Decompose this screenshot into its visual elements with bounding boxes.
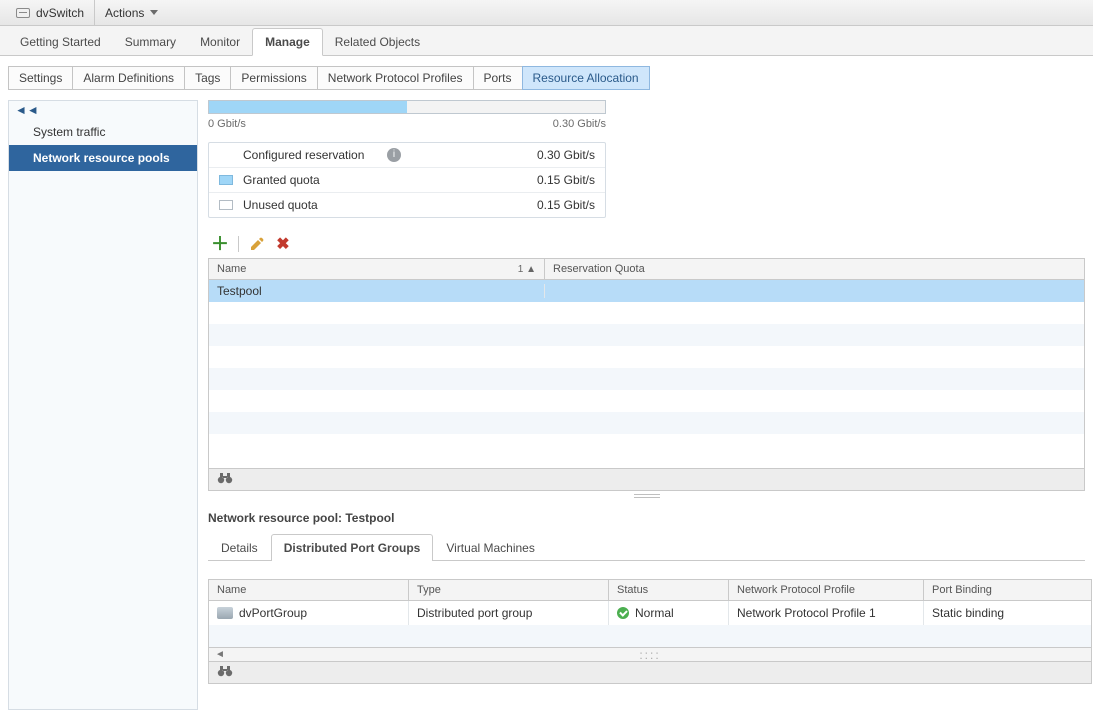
- stat-granted-quota: Granted quota 0.15 Gbit/s: [209, 168, 605, 193]
- table-row-empty: [209, 324, 1084, 346]
- column-header-label: Name: [217, 263, 246, 275]
- column-header-label: Reservation Quota: [553, 263, 645, 275]
- stat-unused-quota: Unused quota 0.15 Gbit/s: [209, 193, 605, 217]
- cell-port-binding: Static binding: [924, 601, 1091, 625]
- stat-value: 0.15 Gbit/s: [537, 173, 595, 187]
- content-area: 0 Gbit/s 0.30 Gbit/s Configured reservat…: [208, 100, 1085, 710]
- tab-manage[interactable]: Manage: [252, 28, 323, 56]
- tab-related-objects[interactable]: Related Objects: [323, 29, 432, 55]
- subtab-resource-allocation[interactable]: Resource Allocation: [522, 66, 650, 90]
- tab-summary[interactable]: Summary: [113, 29, 188, 55]
- binoculars-icon[interactable]: [217, 664, 233, 681]
- actions-menu[interactable]: Actions: [95, 0, 168, 26]
- sidebar-item-system-traffic[interactable]: System traffic: [9, 119, 197, 145]
- binoculars-icon[interactable]: [217, 471, 233, 488]
- scroll-left-icon[interactable]: ◄: [215, 649, 225, 660]
- cell-status: Normal: [609, 601, 729, 625]
- table-row-empty: [209, 390, 1084, 412]
- detail-tab-details[interactable]: Details: [208, 534, 271, 561]
- toolbar-separator: [238, 236, 239, 252]
- info-icon[interactable]: i: [387, 148, 401, 162]
- detail-panel-title: Network resource pool: Testpool: [208, 511, 1085, 525]
- detail-tab-distributed-port-groups[interactable]: Distributed Port Groups: [271, 534, 434, 561]
- capacity-bar: [208, 100, 606, 114]
- scroll-grip-icon: ::::: [639, 648, 660, 662]
- sort-indicator: 1 ▲: [518, 264, 536, 275]
- table-row-empty: [209, 412, 1084, 434]
- subtab-ports[interactable]: Ports: [473, 66, 523, 90]
- cell-npp: Network Protocol Profile 1: [729, 601, 924, 625]
- cell-text: Normal: [635, 606, 674, 620]
- table-row-empty: [209, 625, 1091, 647]
- main-tab-bar: Getting Started Summary Monitor Manage R…: [0, 26, 1093, 56]
- stat-value: 0.15 Gbit/s: [537, 198, 595, 212]
- legend-swatch-granted: [219, 175, 233, 185]
- column-header-reservation-quota[interactable]: Reservation Quota: [545, 259, 1084, 279]
- subtab-permissions[interactable]: Permissions: [230, 66, 317, 90]
- column-header-port-binding[interactable]: Port Binding: [924, 580, 1091, 600]
- pencil-icon: [249, 236, 265, 252]
- column-header-type[interactable]: Type: [409, 580, 609, 600]
- capacity-max-label: 0.30 Gbit/s: [553, 118, 606, 130]
- resource-pools-grid: Name 1 ▲ Reservation Quota Testpool: [208, 258, 1085, 491]
- pools-toolbar: ＋ ✖: [208, 234, 1085, 254]
- object-breadcrumb[interactable]: dvSwitch: [6, 0, 95, 26]
- portgroup-icon: [217, 607, 233, 619]
- sidebar-item-network-resource-pools[interactable]: Network resource pools: [9, 145, 197, 171]
- capacity-min-label: 0 Gbit/s: [208, 118, 246, 130]
- cell-text: dvPortGroup: [239, 606, 307, 620]
- stat-label: Configured reservation: [243, 148, 379, 162]
- subtab-network-protocol-profiles[interactable]: Network Protocol Profiles: [317, 66, 474, 90]
- table-row-empty: [209, 346, 1084, 368]
- column-header-name[interactable]: Name 1 ▲: [209, 259, 545, 279]
- actions-label: Actions: [105, 6, 144, 20]
- sidebar-collapse-button[interactable]: ◄◄: [9, 101, 197, 119]
- column-header-name[interactable]: Name: [209, 580, 409, 600]
- edit-button[interactable]: [249, 236, 265, 252]
- stat-value: 0.30 Gbit/s: [537, 148, 595, 162]
- detail-tab-bar: Details Distributed Port Groups Virtual …: [208, 533, 1085, 561]
- object-name: dvSwitch: [36, 6, 84, 20]
- column-header-status[interactable]: Status: [609, 580, 729, 600]
- tab-monitor[interactable]: Monitor: [188, 29, 252, 55]
- cell-type: Distributed port group: [409, 601, 609, 625]
- dvswitch-icon: [16, 8, 30, 18]
- capacity-bar-fill: [209, 101, 407, 113]
- splitter-handle[interactable]: [208, 491, 1085, 501]
- table-row[interactable]: Testpool: [209, 280, 1084, 302]
- table-row-empty: [209, 302, 1084, 324]
- tab-getting-started[interactable]: Getting Started: [8, 29, 113, 55]
- reservation-stats: Configured reservation i 0.30 Gbit/s Gra…: [208, 142, 606, 218]
- horizontal-scrollbar[interactable]: ◄ ::::: [209, 647, 1091, 661]
- port-groups-grid: Name Type Status Network Protocol Profil…: [208, 579, 1092, 684]
- cell-name: Testpool: [209, 284, 545, 298]
- stat-label: Unused quota: [243, 198, 390, 212]
- resource-allocation-sidebar: ◄◄ System traffic Network resource pools: [8, 100, 198, 710]
- subtab-tags[interactable]: Tags: [184, 66, 231, 90]
- capacity-bar-remaining: [407, 101, 605, 113]
- subtab-settings[interactable]: Settings: [8, 66, 73, 90]
- delete-button[interactable]: ✖: [275, 236, 291, 252]
- table-row-empty: [209, 368, 1084, 390]
- stat-label: Granted quota: [243, 173, 390, 187]
- table-row-empty: [209, 434, 1084, 468]
- status-ok-icon: [617, 607, 629, 619]
- detail-tab-virtual-machines[interactable]: Virtual Machines: [433, 534, 548, 561]
- column-header-npp[interactable]: Network Protocol Profile: [729, 580, 924, 600]
- table-row[interactable]: dvPortGroup Distributed port group Norma…: [209, 601, 1091, 625]
- cell-name: dvPortGroup: [209, 601, 409, 625]
- manage-subtab-bar: Settings Alarm Definitions Tags Permissi…: [0, 56, 1093, 100]
- legend-swatch-unused: [219, 200, 233, 210]
- titlebar: dvSwitch Actions: [0, 0, 1093, 26]
- add-button[interactable]: ＋: [212, 236, 228, 252]
- stat-configured-reservation: Configured reservation i 0.30 Gbit/s: [209, 143, 605, 168]
- subtab-alarm-definitions[interactable]: Alarm Definitions: [72, 66, 185, 90]
- chevron-down-icon: [150, 10, 158, 15]
